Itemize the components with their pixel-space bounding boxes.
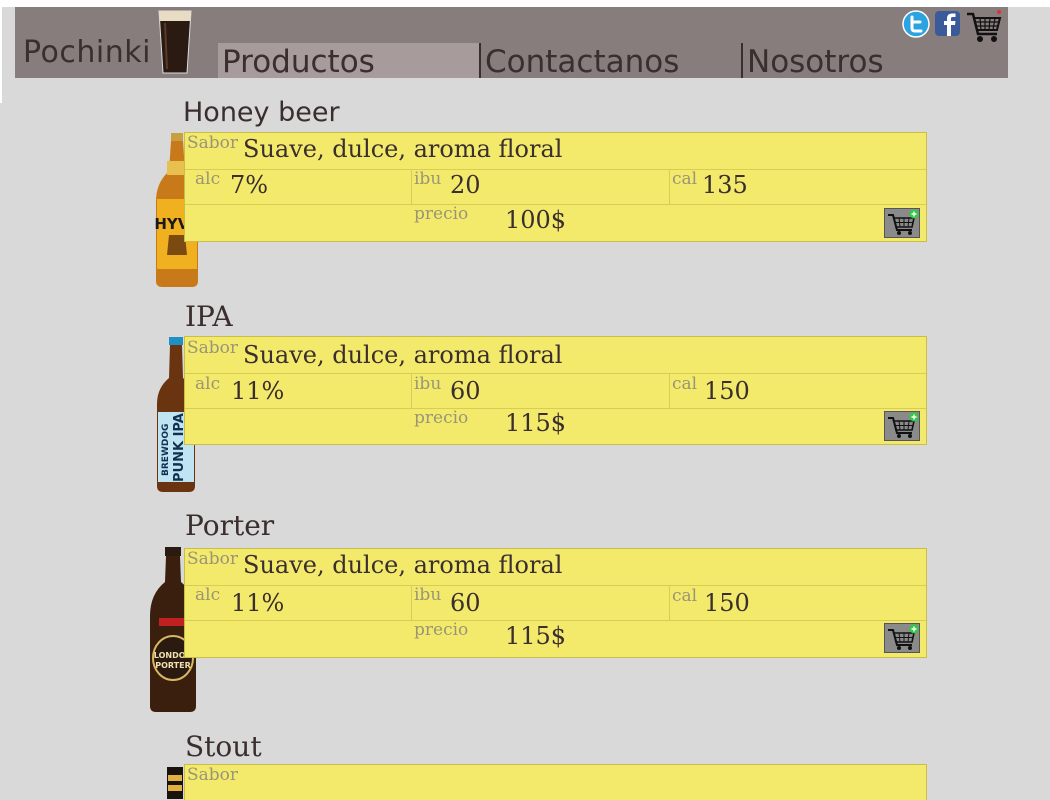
brand-name[interactable]: Pochinki	[23, 35, 151, 70]
flavor-label: Sabor	[187, 765, 239, 785]
nav-nosotros[interactable]: Nosotros	[743, 43, 903, 80]
ibu-value: 60	[450, 589, 481, 617]
stats-row: alc 7% ibu 20 cal 135	[185, 169, 926, 205]
price-label: precio	[414, 620, 469, 640]
nav-contactanos-label: Contactanos	[485, 44, 680, 80]
price-row: precio 115$	[185, 408, 926, 444]
facebook-icon[interactable]	[934, 10, 961, 37]
nav-productos[interactable]: Productos	[218, 43, 480, 80]
flavor-value: Suave, dulce, aroma floral	[243, 341, 563, 369]
flavor-value: Suave, dulce, aroma floral	[243, 551, 563, 579]
svg-text:PORTER: PORTER	[155, 661, 191, 670]
product-title: IPA	[185, 300, 233, 333]
product-title: Stout	[185, 730, 262, 763]
flavor-label: Sabor	[187, 549, 239, 569]
flavor-row: Sabor Suave, dulce, aroma floral	[185, 337, 926, 374]
alc-label: alc	[195, 374, 221, 394]
flavor-row: Sabor Suave, dulce, aroma floral	[185, 133, 926, 170]
add-to-cart-icon	[888, 624, 919, 650]
cal-cell: cal 150	[669, 373, 750, 408]
cal-cell: cal 135	[669, 169, 748, 204]
product-card: Sabor	[184, 764, 927, 800]
ibu-cell: ibu 20	[411, 169, 481, 204]
stats-row: alc 11% ibu 60 cal 150	[185, 373, 926, 409]
alc-value: 7%	[230, 171, 269, 199]
add-to-cart-icon	[888, 209, 919, 235]
twitter-icon[interactable]	[902, 10, 930, 38]
product-card: Sabor Suave, dulce, aroma floral alc 11%…	[184, 548, 927, 658]
flavor-label: Sabor	[187, 338, 239, 358]
cal-label: cal	[672, 586, 698, 606]
cal-value: 135	[702, 171, 748, 199]
ibu-cell: ibu 60	[411, 373, 481, 408]
ibu-value: 60	[450, 377, 481, 405]
cal-value: 150	[704, 589, 750, 617]
price-value: 100$	[505, 206, 567, 234]
product-card: Sabor Suave, dulce, aroma floral alc 7% …	[184, 132, 927, 242]
add-to-cart-button[interactable]	[884, 411, 920, 441]
nav-contactanos[interactable]: Contactanos	[481, 43, 741, 80]
alc-value: 11%	[231, 589, 285, 617]
add-to-cart-button[interactable]	[884, 208, 920, 238]
alc-label: alc	[195, 585, 221, 605]
price-label: precio	[414, 204, 469, 224]
price-value: 115$	[505, 622, 567, 650]
cal-value: 150	[704, 377, 750, 405]
ibu-label: ibu	[414, 374, 442, 394]
pint-glass-icon	[158, 10, 192, 74]
add-to-cart-icon	[888, 412, 919, 438]
price-value: 115$	[505, 409, 567, 437]
top-strip	[0, 0, 1050, 7]
product-card: Sabor Suave, dulce, aroma floral alc 11%…	[184, 336, 927, 445]
alc-label: alc	[195, 169, 221, 189]
price-row: precio 100$	[185, 204, 926, 241]
product-title: Porter	[185, 509, 275, 542]
ibu-label: ibu	[414, 169, 442, 189]
alc-value: 11%	[231, 377, 285, 405]
nav-productos-label: Productos	[222, 44, 375, 80]
add-to-cart-button[interactable]	[884, 623, 920, 653]
price-label: precio	[414, 408, 469, 428]
stats-row: alc 11% ibu 60 cal 150	[185, 585, 926, 621]
cart-icon[interactable]	[965, 8, 1003, 46]
cal-label: cal	[672, 169, 698, 189]
nav-nosotros-label: Nosotros	[747, 44, 884, 80]
flavor-value: Suave, dulce, aroma floral	[243, 135, 563, 163]
cal-cell: cal 150	[669, 585, 750, 620]
ibu-value: 20	[450, 171, 481, 199]
cal-label: cal	[672, 374, 698, 394]
price-row: precio 115$	[185, 620, 926, 657]
site-header: Pochinki Productos Contactanos Nosotros	[15, 7, 1008, 80]
flavor-label: Sabor	[187, 133, 239, 153]
flavor-row: Sabor Suave, dulce, aroma floral	[185, 549, 926, 586]
svg-text:BREWDOG: BREWDOG	[161, 424, 171, 476]
left-strip	[0, 0, 2, 103]
ibu-label: ibu	[414, 585, 442, 605]
product-title: Honey beer	[183, 97, 340, 128]
ibu-cell: ibu 60	[411, 585, 481, 620]
stout-bottle-image	[167, 767, 183, 799]
